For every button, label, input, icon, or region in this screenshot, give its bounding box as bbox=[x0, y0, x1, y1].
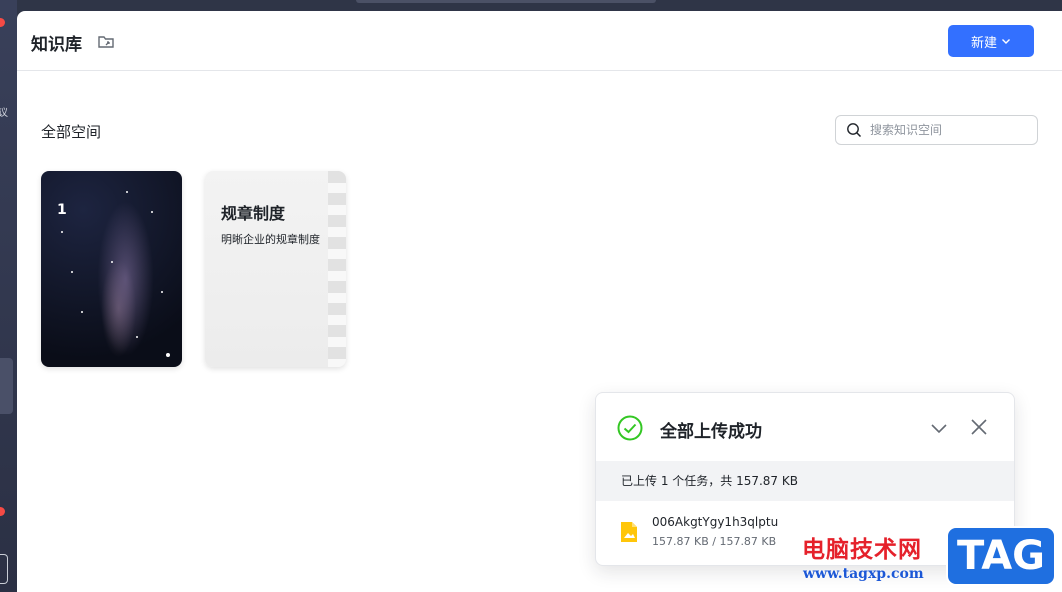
space-card-description: 明晰企业的规章制度 bbox=[221, 233, 320, 246]
notification-badge bbox=[0, 507, 5, 516]
toast-header: 全部上传成功 bbox=[596, 393, 1014, 461]
watermark-text: 电脑技术网 bbox=[802, 536, 922, 563]
search-icon bbox=[847, 123, 862, 138]
star-decoration bbox=[81, 311, 83, 313]
card-background-decoration bbox=[328, 171, 346, 367]
star-decoration bbox=[126, 191, 128, 193]
star-decoration bbox=[71, 271, 73, 273]
star-decoration bbox=[61, 231, 63, 233]
file-progress: 157.87 KB / 157.87 KB bbox=[652, 535, 777, 548]
star-decoration bbox=[151, 211, 153, 213]
page-header: 知识库 新建 bbox=[17, 11, 1062, 71]
upload-summary: 已上传 1 个任务，共 157.87 KB bbox=[596, 461, 1014, 501]
rail-bottom-item[interactable] bbox=[0, 554, 8, 584]
rail-selected-item[interactable] bbox=[0, 358, 13, 414]
knowledge-base-panel: 知识库 新建 全部空间 1 规章制度 明晰企 bbox=[17, 11, 1062, 592]
star-decoration bbox=[161, 291, 163, 293]
chevron-down-icon bbox=[1002, 39, 1010, 44]
star-decoration bbox=[111, 261, 113, 263]
close-icon[interactable] bbox=[970, 418, 988, 436]
new-button-label: 新建 bbox=[970, 35, 997, 51]
new-button[interactable]: 新建 bbox=[948, 25, 1034, 57]
search-input[interactable] bbox=[870, 123, 1020, 137]
check-circle-icon bbox=[617, 415, 643, 441]
notification-badge bbox=[0, 18, 5, 27]
watermark-logo: TAG bbox=[946, 526, 1056, 586]
space-card[interactable]: 规章制度 明晰企业的规章制度 bbox=[205, 171, 346, 367]
space-card[interactable]: 1 bbox=[41, 171, 182, 367]
page-title: 知识库 bbox=[31, 35, 82, 55]
space-card-title: 1 bbox=[57, 202, 67, 218]
rail-text-fragment: 议 bbox=[0, 108, 8, 119]
image-file-icon bbox=[621, 522, 637, 542]
search-box[interactable] bbox=[835, 115, 1038, 145]
toast-title: 全部上传成功 bbox=[660, 422, 762, 442]
star-decoration bbox=[136, 336, 138, 338]
window-top-handle bbox=[356, 0, 656, 3]
folder-share-icon[interactable] bbox=[97, 32, 115, 50]
space-card-title: 规章制度 bbox=[221, 204, 286, 223]
file-name: 006AkgtYgy1h3qlptu bbox=[652, 515, 779, 529]
star-decoration bbox=[166, 353, 170, 357]
app-sidebar-rail: 议 bbox=[0, 0, 17, 592]
chevron-down-icon[interactable] bbox=[930, 420, 948, 436]
watermark-url: www.tagxp.com bbox=[803, 566, 924, 582]
section-title: 全部空间 bbox=[41, 123, 102, 141]
